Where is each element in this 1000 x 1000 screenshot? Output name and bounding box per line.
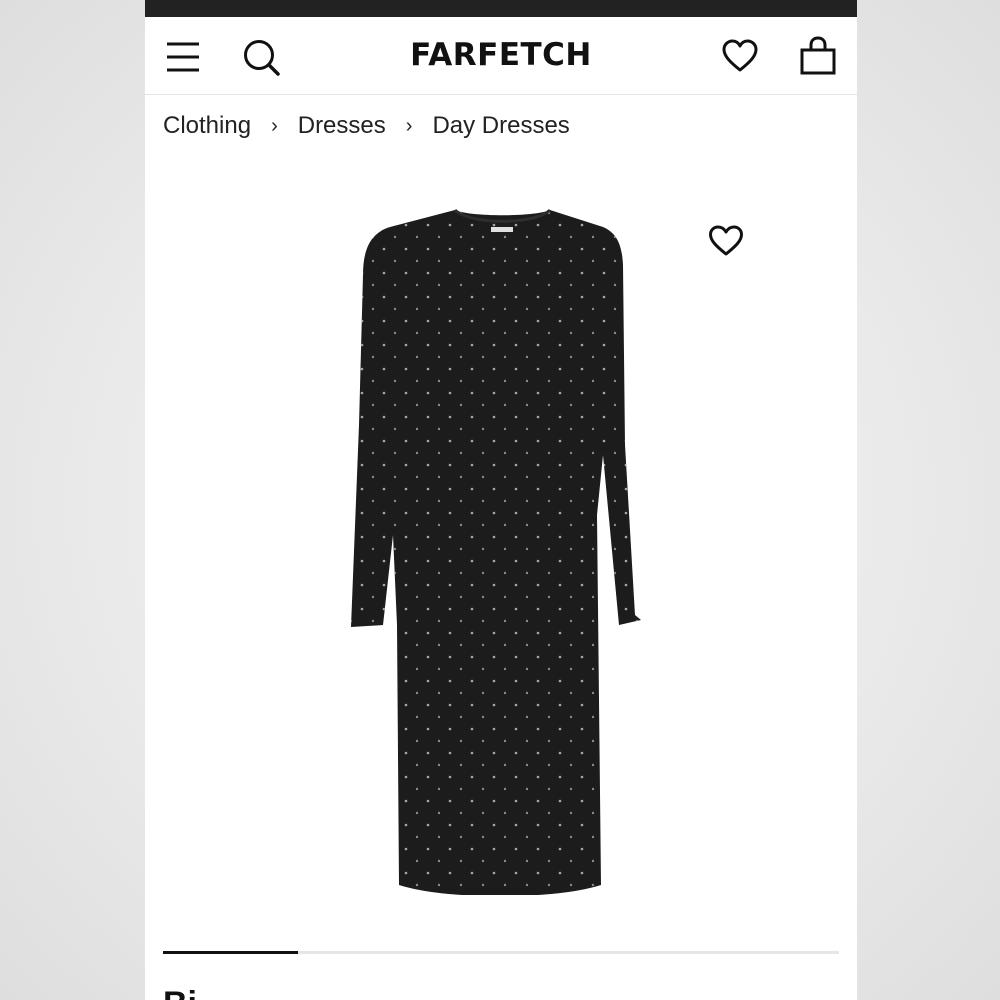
heart-outline-icon[interactable]: [708, 225, 744, 262]
product-title: Bi: [163, 985, 197, 1000]
breadcrumb-clothing[interactable]: Clothing: [163, 112, 251, 140]
breadcrumb-day-dresses[interactable]: Day Dresses: [432, 112, 569, 140]
breadcrumb-separator: ›: [405, 114, 413, 137]
status-bar: [145, 0, 857, 17]
breadcrumb: Clothing › Dresses › Day Dresses: [163, 110, 570, 142]
carousel-progress-fill: [163, 951, 299, 954]
breadcrumb-separator: ›: [271, 114, 278, 137]
bag-icon[interactable]: [799, 36, 837, 81]
wishlist-heart-icon[interactable]: [722, 39, 758, 78]
breadcrumb-dresses[interactable]: Dresses: [298, 112, 386, 140]
app-header: FARFETCH: [145, 17, 857, 95]
product-image[interactable]: [335, 195, 670, 895]
image-carousel-progress: [163, 951, 839, 954]
phone-screen: FARFETCH Clothing › Dresses › Day Dresse…: [145, 0, 857, 1000]
